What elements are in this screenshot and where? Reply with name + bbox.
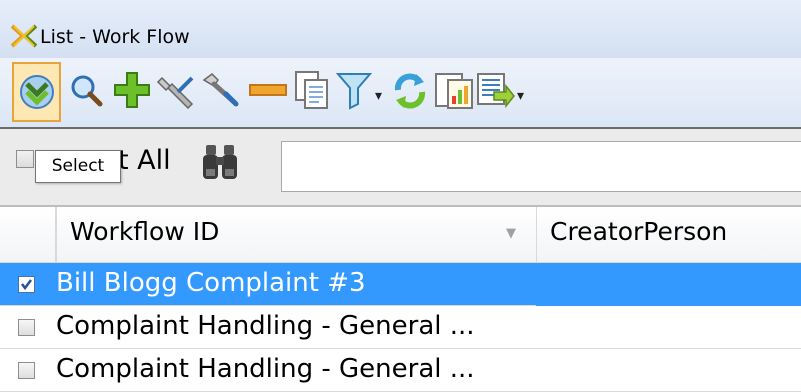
- column-header-creator-person[interactable]: CreatorPerson: [538, 207, 801, 263]
- select-check-icon: [19, 75, 54, 109]
- binoculars-icon[interactable]: [200, 143, 240, 183]
- toolbar: ▾ ▾: [0, 58, 801, 129]
- export-button[interactable]: [476, 64, 516, 116]
- search-button[interactable]: [66, 64, 106, 116]
- edit-wrench-icon: [156, 76, 194, 110]
- select-all-checkbox[interactable]: [16, 150, 34, 168]
- select-button[interactable]: [12, 62, 61, 122]
- export-icon: [477, 73, 515, 109]
- table-row[interactable]: Complaint Handling - General ...: [0, 306, 801, 349]
- table-row[interactable]: Bill Blogg Complaint #3: [0, 263, 801, 306]
- row-checkbox[interactable]: [18, 276, 35, 293]
- copy-button[interactable]: [292, 64, 332, 116]
- edit-tool-button[interactable]: [200, 64, 240, 116]
- filter-funnel-icon: [336, 73, 372, 110]
- workflow-id-cell[interactable]: Bill Blogg Complaint #3: [56, 263, 526, 303]
- row-checkbox[interactable]: [18, 362, 35, 379]
- filter-button[interactable]: [334, 64, 374, 116]
- creator-cell[interactable]: [536, 349, 801, 392]
- row-checkbox[interactable]: [18, 319, 35, 336]
- app-logo-icon: [11, 24, 37, 48]
- export-dropdown-icon[interactable]: ▾: [517, 88, 524, 104]
- row-indicator-header: [0, 207, 56, 263]
- add-button[interactable]: [112, 64, 152, 116]
- edit-button[interactable]: [156, 64, 196, 116]
- select-tooltip: Select: [35, 150, 121, 183]
- window-title: List - Work Flow: [40, 26, 190, 48]
- column-header-workflow-id[interactable]: Workflow ID: [58, 207, 536, 263]
- creator-cell[interactable]: [536, 306, 801, 349]
- select-all-label[interactable]: t All: [118, 145, 171, 176]
- report-button[interactable]: [434, 64, 474, 116]
- table-row[interactable]: Complaint Handling - General ...: [0, 349, 801, 392]
- refresh-button[interactable]: [390, 64, 430, 116]
- creator-cell[interactable]: [536, 263, 801, 306]
- search-magnifier-icon: [71, 75, 103, 107]
- workflow-id-cell[interactable]: Complaint Handling - General ...: [56, 349, 526, 389]
- search-input[interactable]: [281, 141, 801, 192]
- workflow-id-cell[interactable]: Complaint Handling - General ...: [56, 306, 526, 346]
- delete-button[interactable]: [248, 64, 288, 116]
- wrench-tool-icon: [202, 73, 239, 107]
- sort-arrow-icon[interactable]: ▼: [506, 226, 516, 241]
- filter-dropdown-icon[interactable]: ▾: [375, 88, 382, 104]
- checkmark-icon: [21, 279, 32, 291]
- chart-report-icon: [435, 73, 473, 109]
- copy-icon: [295, 71, 328, 109]
- refresh-icon: [394, 73, 426, 109]
- delete-minus-icon: [249, 84, 287, 96]
- add-plus-icon: [114, 72, 150, 108]
- title-bar: List - Work Flow: [0, 0, 801, 58]
